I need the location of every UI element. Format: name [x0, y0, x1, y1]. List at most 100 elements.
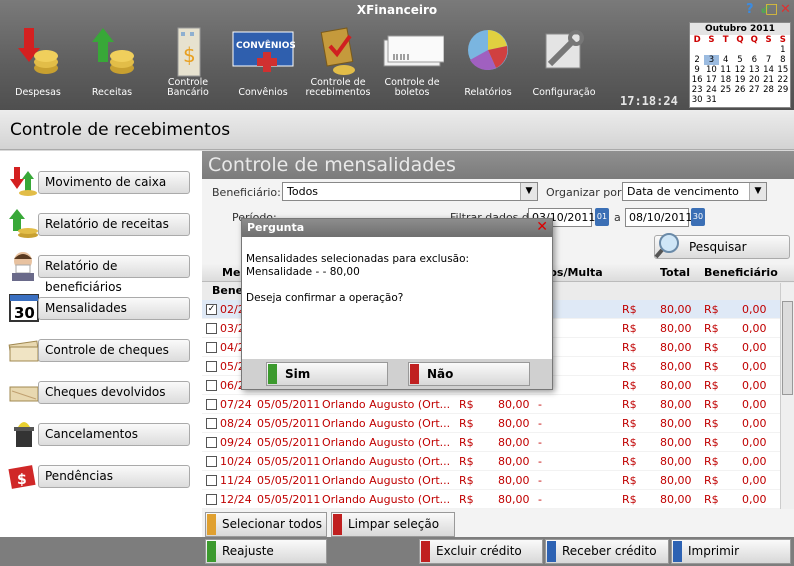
calendar-day[interactable]: 15 — [776, 65, 790, 75]
clear-selection-button[interactable]: Limpar seleção — [331, 512, 455, 537]
chevron-down-icon[interactable]: ▼ — [749, 183, 766, 200]
vertical-scrollbar[interactable] — [780, 283, 794, 509]
calendar-day[interactable]: 31 — [704, 95, 718, 105]
calendar-day[interactable]: 18 — [719, 75, 733, 85]
calendar-day[interactable]: 19 — [733, 75, 747, 85]
calendar-day[interactable]: 6 — [747, 55, 761, 65]
calendar-day[interactable]: 10 — [704, 65, 718, 75]
no-label: Não — [427, 367, 454, 381]
calendar-day[interactable]: 28 — [761, 85, 775, 95]
sidebar-item-pendencias[interactable]: $ Pendências — [8, 457, 198, 493]
calendar-day[interactable]: 11 — [719, 65, 733, 75]
yes-button[interactable]: Sim — [266, 362, 388, 386]
sidebar-item-label[interactable]: Cancelamentos — [38, 423, 190, 446]
calendar-day[interactable]: 26 — [733, 85, 747, 95]
sidebar-item-relatorio-receitas[interactable]: Relatório de receitas — [8, 205, 198, 241]
sidebar-item-label[interactable]: Mensalidades — [38, 297, 190, 320]
sidebar-item-label[interactable]: Controle de cheques — [38, 339, 190, 362]
row-checkbox[interactable]: ✓ — [206, 304, 217, 315]
calendar-day[interactable]: 21 — [761, 75, 775, 85]
calendar-day[interactable]: 2 — [690, 55, 704, 65]
toolbar-configuracao[interactable]: Configuração — [526, 24, 602, 104]
calendar-day[interactable]: 17 — [704, 75, 718, 85]
sidebar-item-label[interactable]: Relatório de beneficiários — [38, 255, 190, 294]
sidebar-item-label[interactable]: Pendências — [38, 465, 190, 488]
sidebar-item-cancelamentos[interactable]: Cancelamentos — [8, 415, 198, 451]
calendar-picker-to[interactable]: 30 — [691, 208, 705, 226]
organizar-select[interactable]: Data de vencimento ▼ — [622, 182, 767, 201]
calendar-day[interactable]: 3 — [704, 55, 719, 65]
row-checkbox[interactable] — [206, 323, 217, 334]
calendar-day[interactable]: 5 — [733, 55, 747, 65]
calendar-day[interactable]: 24 — [704, 85, 718, 95]
calendar-day[interactable]: 13 — [747, 65, 761, 75]
row-checkbox[interactable] — [206, 361, 217, 372]
toolbar-controle-bancario[interactable]: $ Controle Bancário — [152, 24, 224, 104]
toolbar-label: Configuração — [532, 87, 596, 98]
table-row[interactable]: 09/24 05/05/2011 Orlando Augusto (Ort... R$… — [202, 433, 794, 452]
calendar-day[interactable]: 9 — [690, 65, 704, 75]
calendar-day[interactable]: 22 — [776, 75, 790, 85]
row-checkbox[interactable] — [206, 418, 217, 429]
calendar-day[interactable]: 23 — [690, 85, 704, 95]
table-row[interactable]: 12/24 05/05/2011 Orlando Augusto (Ort... R$… — [202, 490, 794, 509]
row-checkbox[interactable] — [206, 342, 217, 353]
reajuste-button[interactable]: Reajuste — [205, 539, 327, 564]
sidebar-item-controle-cheques[interactable]: Controle de cheques — [8, 331, 198, 367]
calendar-day[interactable]: 14 — [761, 65, 775, 75]
mini-calendar[interactable]: Outubro 2011 D S T Q Q S S 1 2 3 4 5 6 7 8 9 10 11 12 13 14 1… — [689, 22, 791, 108]
calendar-day[interactable]: 4 — [719, 55, 733, 65]
help-icon[interactable]: ? — [746, 2, 754, 17]
toolbar-controle-boletos[interactable]: Controle de boletos — [376, 24, 448, 104]
row-checkbox[interactable] — [206, 456, 217, 467]
table-row[interactable]: 11/24 05/05/2011 Orlando Augusto (Ort... R$… — [202, 471, 794, 490]
maximize-icon[interactable]: □ — [765, 1, 778, 17]
calendar-day[interactable]: 27 — [747, 85, 761, 95]
sidebar-item-label[interactable]: Movimento de caixa — [38, 171, 190, 194]
row-checkbox[interactable] — [206, 399, 217, 410]
close-icon[interactable]: ✕ — [536, 219, 548, 235]
row-checkbox[interactable] — [206, 380, 217, 391]
sidebar-item-label[interactable]: Cheques devolvidos — [38, 381, 190, 404]
sidebar-item-movimento-caixa[interactable]: Movimento de caixa — [8, 163, 198, 199]
sidebar-item-label[interactable]: Relatório de receitas — [38, 213, 190, 236]
table-row[interactable]: 07/24 05/05/2011 Orlando Augusto (Ort... R$… — [202, 395, 794, 414]
receber-credito-button[interactable]: Receber crédito — [545, 539, 669, 564]
toolbar-receitas[interactable]: Receitas — [76, 24, 148, 104]
close-icon[interactable]: ✕ — [780, 2, 791, 17]
calendar-day[interactable]: 29 — [776, 85, 790, 95]
chevron-down-icon[interactable]: ▼ — [520, 183, 537, 200]
no-button[interactable]: Não — [408, 362, 530, 386]
imprimir-button[interactable]: Imprimir — [671, 539, 791, 564]
scroll-thumb[interactable] — [782, 301, 793, 395]
calendar-day[interactable]: 12 — [733, 65, 747, 75]
calendar-picker-from[interactable]: 01 — [595, 208, 609, 226]
toolbar-relatorios[interactable]: Relatórios — [452, 24, 524, 104]
calendar-day[interactable]: 25 — [719, 85, 733, 95]
calendar-day[interactable]: 30 — [690, 95, 704, 105]
row-checkbox[interactable] — [206, 494, 217, 505]
calendar-day[interactable]: 16 — [690, 75, 704, 85]
select-all-button[interactable]: Selecionar todos — [205, 512, 327, 537]
calendar-day[interactable]: 7 — [761, 55, 775, 65]
toolbar-controle-recebimentos[interactable]: Controle de recebimentos — [302, 24, 374, 104]
calendar-day[interactable]: 20 — [747, 75, 761, 85]
table-row[interactable]: 08/24 05/05/2011 Orlando Augusto (Ort... R$… — [202, 414, 794, 433]
sidebar-item-cheques-devolvidos[interactable]: Cheques devolvidos — [8, 373, 198, 409]
calendar-grid[interactable]: D S T Q Q S S 1 2 3 4 5 6 7 8 9 10 11 12 13 14 15 16 17 18 19 20 21… — [690, 35, 790, 105]
toolbar-convenios[interactable]: CONVÊNIOS Convênios — [226, 24, 300, 104]
calendar-day[interactable]: 8 — [776, 55, 790, 65]
toolbar-despesas[interactable]: Despesas — [2, 24, 74, 104]
table-row[interactable]: 10/24 05/05/2011 Orlando Augusto (Ort... R$… — [202, 452, 794, 471]
row-checkbox[interactable] — [206, 475, 217, 486]
sidebar-item-relatorio-beneficiarios[interactable]: Relatório de beneficiários — [8, 247, 198, 294]
date-to-input[interactable]: 08/10/2011 — [625, 208, 692, 227]
excluir-credito-button[interactable]: Excluir crédito — [419, 539, 543, 564]
row-checkbox[interactable] — [206, 437, 217, 448]
col-total[interactable]: Total — [660, 266, 690, 279]
beneficiario-select[interactable]: Todos ▼ — [282, 182, 538, 201]
col-beneficiario[interactable]: Beneficiário — [704, 266, 778, 279]
calendar-day[interactable]: 1 — [776, 45, 790, 55]
sidebar-item-mensalidades[interactable]: 30 Mensalidades — [8, 289, 198, 325]
search-button[interactable]: Pesquisar — [654, 233, 790, 259]
